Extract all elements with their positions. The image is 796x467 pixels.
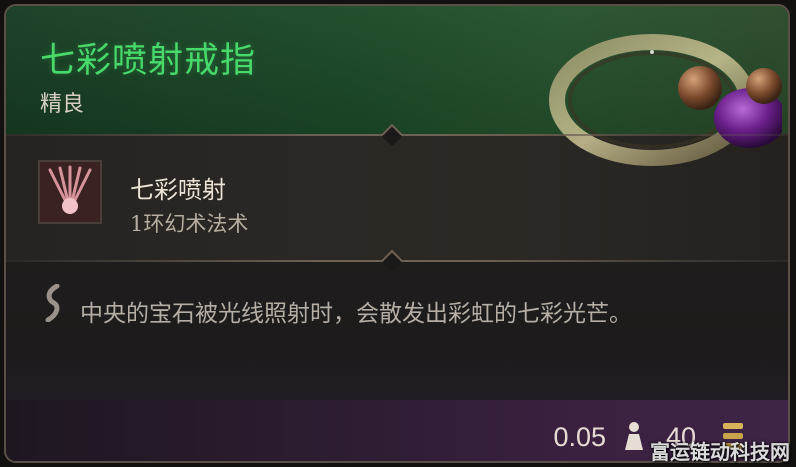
tooltip-header: 七彩喷射戒指 精良 (6, 6, 788, 166)
item-description: 中央的宝石被光线照射时，会散发出彩虹的七彩光芒。 (80, 301, 632, 327)
spell-level: 1环幻术法术 (130, 212, 249, 236)
item-rarity: 精良 (40, 92, 85, 117)
item-title: 七彩喷射戒指 (40, 41, 257, 81)
item-tooltip: 七彩喷射戒指 精良 七彩喷射 1环幻术法术 中央的宝石被光线照射时，会散发出彩虹… (4, 4, 790, 463)
spell-name: 七彩喷射 (130, 176, 226, 204)
watermark: 富运链动科技网 (650, 440, 790, 464)
quill-icon (45, 284, 60, 322)
prismatic-spray-spell-icon[interactable] (38, 160, 102, 224)
item-weight: 0.05 (553, 422, 606, 452)
weight-icon (625, 422, 643, 450)
description-section: 中央的宝石被光线照射时，会散发出彩虹的七彩光芒。 (6, 260, 788, 400)
ring-icon (549, 34, 782, 166)
